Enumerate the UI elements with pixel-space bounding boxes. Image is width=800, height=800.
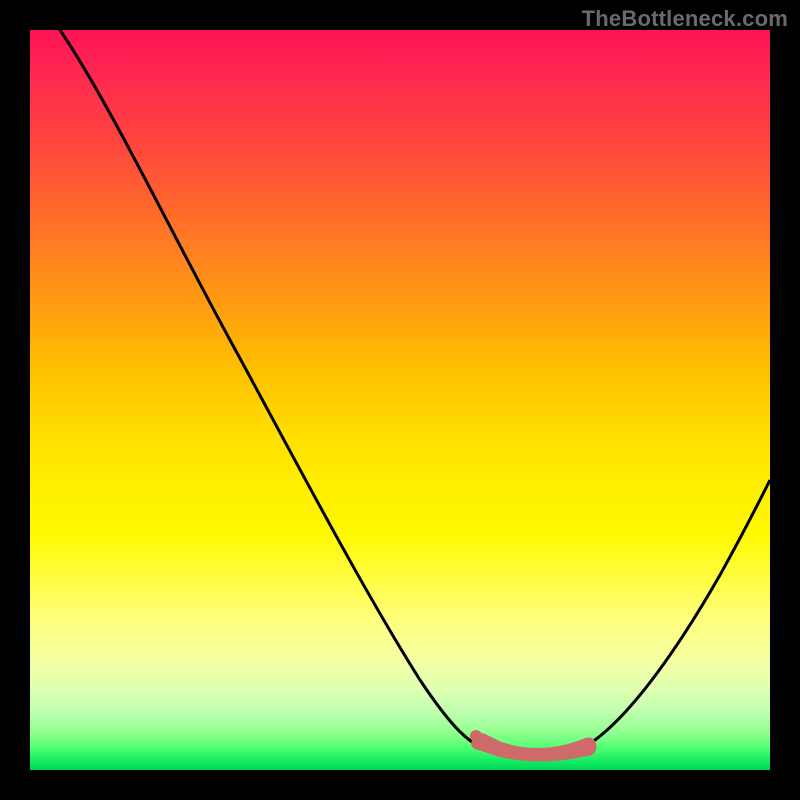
watermark-text: TheBottleneck.com	[582, 6, 788, 32]
optimal-point-dot	[470, 730, 482, 742]
chart-frame: TheBottleneck.com	[0, 0, 800, 800]
bottleneck-curve	[30, 0, 770, 758]
chart-svg-layer	[30, 30, 770, 770]
optimal-range-marker	[472, 734, 596, 761]
chart-plot-area	[30, 30, 770, 770]
